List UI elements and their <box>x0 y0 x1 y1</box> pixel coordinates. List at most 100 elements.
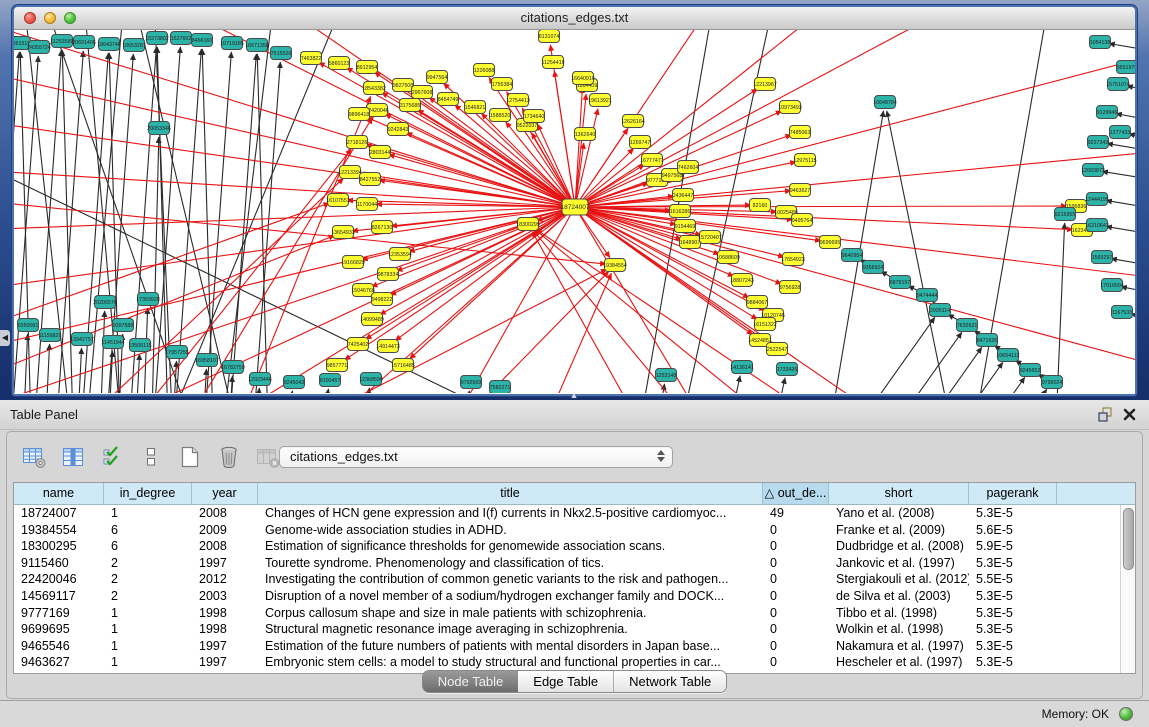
graph-node[interactable]: 13505115 <box>128 339 151 352</box>
graph-node[interactable]: 18643748 <box>97 38 121 51</box>
graph-node[interactable]: 17957255 <box>165 346 189 359</box>
tab-edge-table[interactable]: Edge Table <box>518 671 613 692</box>
graph-node[interactable]: 12353594 <box>388 248 412 261</box>
graph-node[interactable]: 2935114 <box>930 304 951 317</box>
graph-node[interactable]: 12213967 <box>753 78 777 91</box>
graph-node[interactable]: 20691406 <box>72 36 96 49</box>
graph-node[interactable]: 16210643 <box>1085 219 1109 232</box>
graph-node[interactable]: 13654933 <box>331 226 355 239</box>
graph-node[interactable]: 1569297 <box>1092 251 1113 264</box>
graph-node[interactable]: 19166829 <box>341 256 365 269</box>
tab-network-table[interactable]: Network Table <box>613 671 726 692</box>
graph-node[interactable]: 15273802 <box>145 32 169 45</box>
graph-node[interactable]: 12754413 <box>506 94 530 107</box>
graph-node[interactable]: 12923446 <box>248 373 272 386</box>
table-select[interactable]: citations_edges.txt <box>279 446 673 468</box>
graph-node[interactable]: 1170044 <box>357 198 378 211</box>
graph-node[interactable]: 16958107 <box>195 354 219 367</box>
graph-node[interactable]: 9495764 <box>792 214 813 227</box>
graph-node[interactable]: 10653287 <box>122 39 146 52</box>
graph-node[interactable]: 14136141 <box>730 361 754 374</box>
graph-node[interactable]: 9498222 <box>372 293 393 306</box>
graph-node[interactable]: 7485063 <box>790 126 811 139</box>
graph-node[interactable]: 17359928 <box>136 293 160 306</box>
graph-node[interactable]: 8466160 <box>192 34 213 47</box>
graph-node[interactable]: 82160 <box>750 199 771 212</box>
graph-node[interactable]: 18807243 <box>730 274 754 287</box>
table-row[interactable]: 1456911722003Disruption of a novel membe… <box>14 588 1135 605</box>
column-header-out-de-[interactable]: △ out_de... <box>763 483 829 504</box>
graph-node[interactable]: 2436447 <box>673 189 694 202</box>
close-window-button[interactable] <box>24 12 36 24</box>
graph-node[interactable]: 2967608 <box>412 86 433 99</box>
graph-node[interactable]: 9799024 <box>1042 376 1063 389</box>
graph-node[interactable]: 1277433 <box>1110 126 1131 139</box>
graph-node[interactable]: 15751074 <box>1106 78 1130 91</box>
graph-node[interactable]: 20053346 <box>147 122 171 135</box>
column-header-title[interactable]: title <box>258 483 763 504</box>
table-row[interactable]: 1830029562008Estimation of significance … <box>14 538 1135 555</box>
graph-node[interactable]: 17016504 <box>1100 279 1124 292</box>
table-row[interactable]: 946554611997Estimation of the future num… <box>14 638 1135 655</box>
graph-node[interactable]: 12093872 <box>1081 164 1105 177</box>
graph-node[interactable]: 9857771 <box>327 359 348 372</box>
graph-node[interactable]: 16107553 <box>326 194 350 207</box>
graph-node[interactable]: 11451944 <box>101 336 124 349</box>
graph-node[interactable]: 18300295 <box>516 218 540 231</box>
graph-node[interactable]: 1588520 <box>490 109 511 122</box>
graph-node[interactable]: 1362640 <box>575 128 596 141</box>
graph-node[interactable]: 7462604 <box>678 161 699 174</box>
graph-node[interactable]: 5860123 <box>329 57 350 70</box>
graph-node[interactable]: 14914473 <box>376 340 400 353</box>
graph-node[interactable]: 3175685 <box>400 99 421 112</box>
table-row[interactable]: 969969511998Structural magnetic resonanc… <box>14 621 1135 638</box>
graph-node[interactable]: 24355724 <box>27 41 51 54</box>
graph-node[interactable]: 9699695 <box>820 236 841 249</box>
graph-node[interactable]: 9215955 <box>1055 208 1076 221</box>
graph-node[interactable]: 18724007 <box>561 199 590 215</box>
table-vertical-scrollbar[interactable] <box>1120 505 1135 673</box>
graph-node[interactable]: 1734640 <box>524 110 545 123</box>
graph-node[interactable]: 1616286 <box>670 205 691 218</box>
column-header-name[interactable]: name <box>14 483 104 504</box>
graph-node[interactable]: 8454749 <box>438 93 459 106</box>
graph-node[interactable]: 12975115 <box>793 154 816 167</box>
graph-node[interactable]: 2522547 <box>767 343 788 356</box>
table-row[interactable]: 2242004622012Investigating the contribut… <box>14 571 1135 588</box>
new-column-icon[interactable] <box>177 444 203 470</box>
graph-node[interactable]: 9350081 <box>18 319 39 332</box>
graph-node[interactable]: 9397588 <box>113 319 134 332</box>
graph-node[interactable]: 13942757 <box>70 333 94 346</box>
graph-node[interactable]: 16640916 <box>571 72 595 85</box>
graph-node[interactable]: 1054138 <box>1090 36 1111 49</box>
graph-node[interactable]: 9896418 <box>349 108 370 121</box>
graph-node[interactable]: 9463627 <box>790 184 811 197</box>
graph-node[interactable]: 9245652 <box>1020 364 1041 377</box>
row-mode-icon[interactable] <box>138 444 164 470</box>
graph-node[interactable]: 8471626 <box>977 334 998 347</box>
delete-column-icon[interactable] <box>216 444 242 470</box>
graph-node[interactable]: 16777471 <box>640 154 664 167</box>
table-settings-icon[interactable] <box>21 444 47 470</box>
graph-node[interactable]: 12213394 <box>338 166 362 179</box>
zoom-window-button[interactable] <box>64 12 76 24</box>
graph-node[interactable]: 15716485 <box>391 359 415 372</box>
collapse-west-panel-button[interactable]: ◀ <box>0 330 10 346</box>
graph-node[interactable]: 9154469 <box>675 220 696 233</box>
graph-node[interactable]: 9551975 <box>1117 61 1136 74</box>
close-panel-icon[interactable] <box>1122 407 1137 422</box>
column-header-year[interactable]: year <box>192 483 258 504</box>
table-row[interactable]: 977716911998Corpus callosum shape and si… <box>14 605 1135 622</box>
graph-node[interactable]: 9129946 <box>1097 106 1118 119</box>
graph-node[interactable]: 14099489 <box>360 313 384 326</box>
table-row[interactable]: 911546021997Tourette syndrome. Phenomeno… <box>14 555 1135 572</box>
table-row[interactable]: 946362711997Embryonic stem cells: a mode… <box>14 654 1135 671</box>
splitter-handle[interactable]: ▲ <box>566 392 582 400</box>
graph-node[interactable]: 1546821 <box>465 101 486 114</box>
graph-node[interactable]: 7425402 <box>348 338 369 351</box>
graph-node[interactable]: 11254419 <box>541 56 564 69</box>
column-visibility-icon[interactable] <box>60 444 86 470</box>
graph-node[interactable]: 20206576 <box>93 296 117 309</box>
graph-node[interactable]: 11253580 <box>50 35 73 48</box>
graph-node[interactable]: 1733426 <box>777 363 798 376</box>
